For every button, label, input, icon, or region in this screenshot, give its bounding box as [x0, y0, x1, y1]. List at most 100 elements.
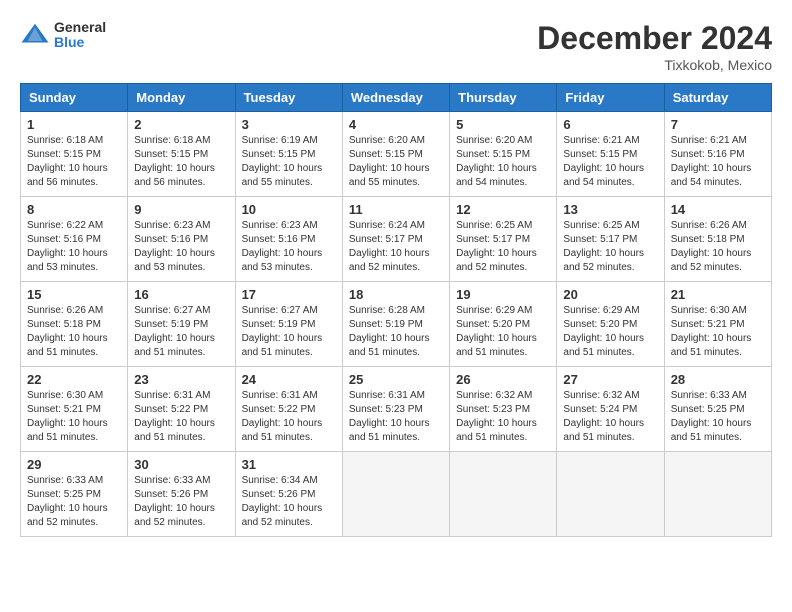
day-number: 28	[671, 372, 765, 387]
logo-general: General	[54, 20, 106, 35]
table-row: 12 Sunrise: 6:25 AM Sunset: 5:17 PM Dayli…	[450, 197, 557, 282]
title-block: December 2024 Tixkokob, Mexico	[537, 20, 772, 73]
table-row	[664, 452, 771, 537]
table-row: 4 Sunrise: 6:20 AM Sunset: 5:15 PM Daylig…	[342, 112, 449, 197]
col-thursday: Thursday	[450, 84, 557, 112]
col-sunday: Sunday	[21, 84, 128, 112]
day-info: Sunrise: 6:29 AM Sunset: 5:20 PM Dayligh…	[563, 304, 657, 360]
day-number: 17	[242, 287, 336, 302]
day-info: Sunrise: 6:23 AM Sunset: 5:16 PM Dayligh…	[242, 219, 336, 275]
day-number: 27	[563, 372, 657, 387]
table-row: 29 Sunrise: 6:33 AM Sunset: 5:25 PM Dayli…	[21, 452, 128, 537]
day-info: Sunrise: 6:20 AM Sunset: 5:15 PM Dayligh…	[456, 134, 550, 190]
table-row: 9 Sunrise: 6:23 AM Sunset: 5:16 PM Daylig…	[128, 197, 235, 282]
table-row: 27Sunrise: 6:32 AM Sunset: 5:24 PM Dayli…	[557, 367, 664, 452]
day-info: Sunrise: 6:29 AM Sunset: 5:20 PM Dayligh…	[456, 304, 550, 360]
table-row: 3Sunrise: 6:19 AM Sunset: 5:15 PM Daylig…	[235, 112, 342, 197]
day-number: 14	[671, 202, 765, 217]
day-number: 6	[563, 117, 657, 132]
day-number: 5	[456, 117, 550, 132]
table-row: 23Sunrise: 6:31 AM Sunset: 5:22 PM Dayli…	[128, 367, 235, 452]
day-number: 18	[349, 287, 443, 302]
table-row: 16 Sunrise: 6:27 AM Sunset: 5:19 PM Dayli…	[128, 282, 235, 367]
day-info: Sunrise: 6:27 AM Sunset: 5:19 PM Dayligh…	[134, 304, 228, 360]
calendar-header-row: Sunday Monday Tuesday Wednesday Thursday…	[21, 84, 772, 112]
day-info: Sunrise: 6:33 AM Sunset: 5:25 PM Dayligh…	[671, 389, 765, 445]
day-info: Sunrise: 6:31 AM Sunset: 5:22 PM Dayligh…	[242, 389, 336, 445]
day-number: 2	[134, 117, 228, 132]
col-monday: Monday	[128, 84, 235, 112]
day-number: 4	[349, 117, 443, 132]
table-row: 15Sunrise: 6:26 AM Sunset: 5:18 PM Dayli…	[21, 282, 128, 367]
table-row: 22Sunrise: 6:30 AM Sunset: 5:21 PM Dayli…	[21, 367, 128, 452]
day-number: 19	[456, 287, 550, 302]
day-number: 10	[242, 202, 336, 217]
table-row: 28 Sunrise: 6:33 AM Sunset: 5:25 PM Dayli…	[664, 367, 771, 452]
day-number: 11	[349, 202, 443, 217]
table-row: 6 Sunrise: 6:21 AM Sunset: 5:15 PM Daylig…	[557, 112, 664, 197]
location-subtitle: Tixkokob, Mexico	[537, 57, 772, 73]
day-info: Sunrise: 6:26 AM Sunset: 5:18 PM Dayligh…	[671, 219, 765, 275]
table-row: 11Sunrise: 6:24 AM Sunset: 5:17 PM Dayli…	[342, 197, 449, 282]
day-info: Sunrise: 6:19 AM Sunset: 5:15 PM Dayligh…	[242, 134, 336, 190]
table-row: 13 Sunrise: 6:25 AM Sunset: 5:17 PM Dayli…	[557, 197, 664, 282]
table-row	[450, 452, 557, 537]
week-row: 22Sunrise: 6:30 AM Sunset: 5:21 PM Dayli…	[21, 367, 772, 452]
day-info: Sunrise: 6:30 AM Sunset: 5:21 PM Dayligh…	[671, 304, 765, 360]
day-number: 30	[134, 457, 228, 472]
day-number: 31	[242, 457, 336, 472]
day-info: Sunrise: 6:25 AM Sunset: 5:17 PM Dayligh…	[456, 219, 550, 275]
table-row: 14 Sunrise: 6:26 AM Sunset: 5:18 PM Dayli…	[664, 197, 771, 282]
day-number: 7	[671, 117, 765, 132]
week-row: 15Sunrise: 6:26 AM Sunset: 5:18 PM Dayli…	[21, 282, 772, 367]
day-number: 1	[27, 117, 121, 132]
table-row: 17 Sunrise: 6:27 AM Sunset: 5:19 PM Dayli…	[235, 282, 342, 367]
table-row: 21 Sunrise: 6:30 AM Sunset: 5:21 PM Dayli…	[664, 282, 771, 367]
day-info: Sunrise: 6:31 AM Sunset: 5:22 PM Dayligh…	[134, 389, 228, 445]
day-number: 8	[27, 202, 121, 217]
page-header: General Blue December 2024 Tixkokob, Mex…	[20, 20, 772, 73]
week-row: 29 Sunrise: 6:33 AM Sunset: 5:25 PM Dayli…	[21, 452, 772, 537]
week-row: 1 Sunrise: 6:18 AM Sunset: 5:15 PM Daylig…	[21, 112, 772, 197]
day-info: Sunrise: 6:18 AM Sunset: 5:15 PM Dayligh…	[27, 134, 121, 190]
day-info: Sunrise: 6:28 AM Sunset: 5:19 PM Dayligh…	[349, 304, 443, 360]
day-info: Sunrise: 6:31 AM Sunset: 5:23 PM Dayligh…	[349, 389, 443, 445]
table-row: 20Sunrise: 6:29 AM Sunset: 5:20 PM Dayli…	[557, 282, 664, 367]
table-row: 26Sunrise: 6:32 AM Sunset: 5:23 PM Dayli…	[450, 367, 557, 452]
day-number: 29	[27, 457, 121, 472]
table-row: 24Sunrise: 6:31 AM Sunset: 5:22 PM Dayli…	[235, 367, 342, 452]
day-info: Sunrise: 6:20 AM Sunset: 5:15 PM Dayligh…	[349, 134, 443, 190]
table-row: 19 Sunrise: 6:29 AM Sunset: 5:20 PM Dayli…	[450, 282, 557, 367]
day-number: 9	[134, 202, 228, 217]
week-row: 8 Sunrise: 6:22 AM Sunset: 5:16 PM Daylig…	[21, 197, 772, 282]
day-info: Sunrise: 6:23 AM Sunset: 5:16 PM Dayligh…	[134, 219, 228, 275]
day-number: 12	[456, 202, 550, 217]
day-number: 13	[563, 202, 657, 217]
day-info: Sunrise: 6:18 AM Sunset: 5:15 PM Dayligh…	[134, 134, 228, 190]
day-info: Sunrise: 6:34 AM Sunset: 5:26 PM Dayligh…	[242, 474, 336, 530]
month-year-title: December 2024	[537, 20, 772, 57]
table-row: 31 Sunrise: 6:34 AM Sunset: 5:26 PM Dayli…	[235, 452, 342, 537]
day-number: 15	[27, 287, 121, 302]
day-info: Sunrise: 6:21 AM Sunset: 5:16 PM Dayligh…	[671, 134, 765, 190]
calendar-table: Sunday Monday Tuesday Wednesday Thursday…	[20, 83, 772, 537]
day-info: Sunrise: 6:27 AM Sunset: 5:19 PM Dayligh…	[242, 304, 336, 360]
day-info: Sunrise: 6:21 AM Sunset: 5:15 PM Dayligh…	[563, 134, 657, 190]
table-row: 18 Sunrise: 6:28 AM Sunset: 5:19 PM Dayli…	[342, 282, 449, 367]
table-row: 1 Sunrise: 6:18 AM Sunset: 5:15 PM Daylig…	[21, 112, 128, 197]
logo: General Blue	[20, 20, 106, 51]
day-info: Sunrise: 6:33 AM Sunset: 5:25 PM Dayligh…	[27, 474, 121, 530]
day-info: Sunrise: 6:25 AM Sunset: 5:17 PM Dayligh…	[563, 219, 657, 275]
day-number: 16	[134, 287, 228, 302]
col-wednesday: Wednesday	[342, 84, 449, 112]
day-number: 21	[671, 287, 765, 302]
day-number: 26	[456, 372, 550, 387]
day-number: 25	[349, 372, 443, 387]
day-info: Sunrise: 6:22 AM Sunset: 5:16 PM Dayligh…	[27, 219, 121, 275]
logo-blue: Blue	[54, 35, 106, 50]
day-info: Sunrise: 6:33 AM Sunset: 5:26 PM Dayligh…	[134, 474, 228, 530]
table-row	[342, 452, 449, 537]
table-row: 5 Sunrise: 6:20 AM Sunset: 5:15 PM Daylig…	[450, 112, 557, 197]
col-friday: Friday	[557, 84, 664, 112]
table-row: 2 Sunrise: 6:18 AM Sunset: 5:15 PM Daylig…	[128, 112, 235, 197]
